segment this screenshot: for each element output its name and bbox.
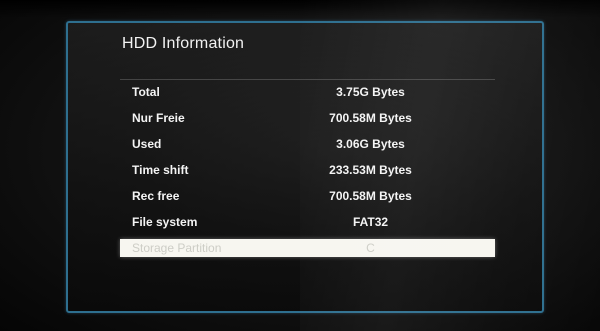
row-value: 700.58M Bytes bbox=[329, 111, 412, 125]
row-label: Rec free bbox=[132, 189, 180, 203]
row-label: Time shift bbox=[132, 163, 189, 177]
row-value: FAT32 bbox=[352, 215, 389, 229]
row-used[interactable]: Used 3.06G Bytes bbox=[120, 135, 495, 153]
row-label: Nur Freie bbox=[132, 111, 185, 125]
row-nur-freie[interactable]: Nur Freie 700.58M Bytes bbox=[120, 109, 495, 127]
row-value: 700.58M Bytes bbox=[329, 189, 412, 203]
row-rec-free[interactable]: Rec free 700.58M Bytes bbox=[120, 187, 495, 205]
row-value: 233.53M Bytes bbox=[329, 163, 412, 177]
hdd-information-panel: HDD Information Total 3.75G Bytes Nur Fr… bbox=[66, 21, 544, 313]
row-storage-partition[interactable]: Storage Partition C bbox=[120, 239, 495, 257]
row-label: Used bbox=[132, 137, 162, 151]
row-file-system[interactable]: File system FAT32 bbox=[120, 213, 495, 231]
row-value: 3.75G Bytes bbox=[336, 85, 405, 99]
row-label: File system bbox=[132, 215, 198, 229]
row-value: 3.06G Bytes bbox=[336, 137, 405, 151]
panel-title: HDD Information bbox=[122, 35, 245, 52]
title-divider bbox=[120, 79, 495, 80]
row-total[interactable]: Total 3.75G Bytes bbox=[120, 83, 495, 101]
row-value: C bbox=[366, 241, 375, 255]
row-label: Storage Partition bbox=[132, 241, 222, 255]
row-time-shift[interactable]: Time shift 233.53M Bytes bbox=[120, 161, 495, 179]
tv-bezel bbox=[0, 0, 600, 18]
row-label: Total bbox=[132, 85, 160, 99]
